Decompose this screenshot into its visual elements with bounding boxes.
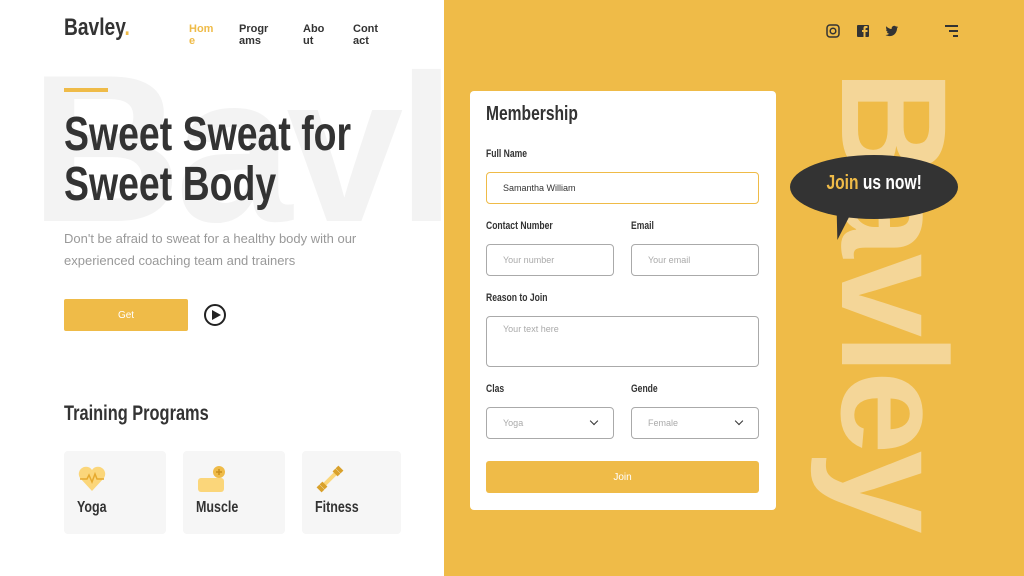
contact-label: Contact Number [486,220,553,232]
left-panel: Bavley Bavley. Home Programs About Conta… [0,0,444,576]
class-select[interactable]: Yoga [486,407,614,439]
contact-number-input[interactable]: Your number [486,244,614,276]
email-label: Email [631,220,654,232]
full-name-label: Full Name [486,148,528,160]
get-button[interactable]: Get [64,299,188,331]
chevron-down-icon [589,416,599,426]
card-label: Fitness [315,499,359,516]
join-button[interactable]: Join [486,461,759,493]
form-title: Membership [486,103,578,125]
gender-label: Gende [631,383,658,395]
program-card-fitness[interactable]: Fitness [302,451,401,534]
join-bubble: Join us now! [790,155,958,219]
card-label: Yoga [77,499,107,516]
reason-textarea[interactable]: Your text here [486,316,759,367]
program-card-yoga[interactable]: Yoga [64,451,166,534]
flexed-arm-icon [198,466,225,492]
dumbbell-icon [316,465,344,493]
nav-home[interactable]: Home [189,23,217,47]
logo[interactable]: Bavley. [64,14,146,42]
nav-programs[interactable]: Programs [239,23,273,47]
hero-title: Sweet Sweat for Sweet Body [64,108,352,211]
nav-about[interactable]: About [303,23,327,47]
training-heading: Training Programs [64,402,209,425]
reason-label: Reason to Join [486,292,548,304]
facebook-icon[interactable] [856,24,870,38]
card-label: Muscle [196,499,239,516]
full-name-input[interactable]: Samantha William [486,172,759,204]
accent-bar [64,88,108,92]
class-label: Clas [486,383,505,395]
vertical-watermark: Bavley [810,70,978,530]
email-input[interactable]: Your email [631,244,759,276]
menu-icon[interactable] [945,25,958,40]
membership-form: Membership Full Name Samantha William Co… [470,91,776,510]
chevron-down-icon [734,416,744,426]
play-circle-icon[interactable] [204,304,226,326]
hero-subtitle: Don't be afraid to sweat for a healthy b… [64,231,357,268]
gender-select[interactable]: Female [631,407,759,439]
twitter-icon[interactable] [885,24,899,38]
program-card-muscle[interactable]: Muscle [183,451,285,534]
heart-pulse-icon [78,466,106,491]
nav-contact[interactable]: Contact [353,23,383,47]
instagram-icon[interactable] [826,24,840,38]
